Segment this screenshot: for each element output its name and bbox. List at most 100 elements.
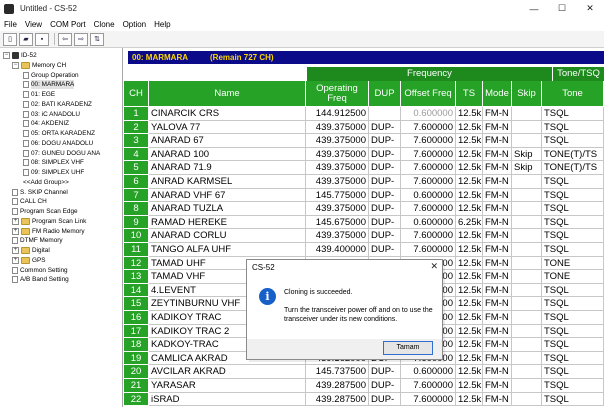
cell-freq[interactable]: 439.400000 — [306, 243, 369, 257]
tree-item[interactable]: 01: EGE — [23, 90, 55, 99]
cell-ch[interactable]: 9 — [124, 215, 149, 230]
cell-tone[interactable]: TSQL — [542, 324, 604, 339]
cell-ts[interactable]: 12.5k — [456, 392, 483, 407]
tree-item[interactable]: + Digital — [12, 246, 50, 255]
cell-mode[interactable]: FM-N — [483, 392, 512, 407]
cell-skip[interactable] — [512, 379, 542, 393]
cell-dup[interactable]: DUP- — [369, 392, 401, 407]
cell-tone[interactable]: TSQL — [542, 365, 604, 379]
cell-mode[interactable]: FM-N — [483, 107, 512, 121]
table-row[interactable]: 20 AVCILAR AKRAD 145.737500 DUP- 0.600000 12.… — [124, 365, 604, 379]
cell-ch[interactable]: 15 — [124, 297, 149, 311]
cell-ch[interactable]: 12 — [124, 256, 149, 271]
table-row[interactable]: 22 iSRAD 439.287500 DUP- 7.600000 12.5k FM-N TS… — [124, 392, 604, 407]
cell-mode[interactable]: FM-N — [483, 351, 512, 366]
cell-tone[interactable]: TONE — [542, 256, 604, 271]
cell-skip[interactable] — [512, 134, 542, 148]
tree-item[interactable]: CALL CH — [12, 197, 47, 206]
cell-dup[interactable]: DUP- — [369, 147, 401, 162]
cell-name[interactable]: ANARAD VHF 67 — [149, 188, 306, 203]
cell-skip[interactable] — [512, 256, 542, 271]
column-header-ts[interactable]: TS — [456, 81, 483, 107]
cell-ch[interactable]: 19 — [124, 351, 149, 366]
cell-name[interactable]: ANARAD 71.9 — [149, 161, 306, 175]
tree-item[interactable]: 06: DOGU ANADOLU — [23, 139, 93, 148]
cell-freq[interactable]: 145.737500 — [306, 365, 369, 379]
table-row[interactable]: 9 RAMAD HEREKE 145.675000 DUP- 0.600000 6.25k… — [124, 215, 604, 230]
cell-skip[interactable] — [512, 365, 542, 379]
cell-mode[interactable]: FM-N — [483, 215, 512, 230]
expander-icon[interactable]: + — [12, 247, 19, 254]
cell-skip[interactable] — [512, 338, 542, 352]
cell-offset[interactable]: 7.600000 — [401, 175, 456, 189]
tree-item[interactable]: A/B Band Setting — [12, 275, 69, 284]
cell-dup[interactable]: DUP- — [369, 243, 401, 257]
cell-freq[interactable]: 439.375000 — [306, 202, 369, 216]
column-header-skip[interactable]: Skip — [512, 81, 542, 107]
cell-offset[interactable]: 0.600000 — [401, 188, 456, 203]
cell-freq[interactable]: 439.375000 — [306, 120, 369, 135]
write-to-radio-icon[interactable]: ⇨ — [74, 32, 88, 46]
cell-mode[interactable]: FM-N — [483, 202, 512, 216]
cell-dup[interactable]: DUP- — [369, 134, 401, 148]
expander-icon[interactable]: + — [12, 256, 19, 264]
cell-ch[interactable]: 18 — [124, 338, 149, 352]
open-folder-icon[interactable]: ▰ — [19, 32, 33, 46]
cell-tone[interactable]: TSQL — [542, 283, 604, 298]
tree-item[interactable]: − ID-52 — [3, 51, 37, 60]
cell-ts[interactable]: 12.5k — [456, 120, 483, 135]
cell-ch[interactable]: 10 — [124, 229, 149, 243]
cell-tone[interactable]: TSQL — [542, 379, 604, 393]
cell-freq[interactable]: 439.375000 — [306, 134, 369, 148]
cell-name[interactable]: AVCILAR AKRAD — [149, 365, 306, 379]
cell-skip[interactable]: Skip — [512, 147, 542, 162]
cell-skip[interactable] — [512, 311, 542, 325]
cell-tone[interactable]: TSQL — [542, 175, 604, 189]
cell-freq[interactable]: 439.375000 — [306, 147, 369, 162]
cell-tone[interactable]: TSQL — [542, 351, 604, 366]
tree-item[interactable]: Group Operation — [23, 71, 79, 80]
menu-view[interactable]: View — [21, 20, 46, 29]
tree-item[interactable]: 03: iC ANADOLU — [23, 110, 80, 119]
cell-offset[interactable]: 7.600000 — [401, 120, 456, 135]
cell-dup[interactable]: DUP- — [369, 379, 401, 393]
cell-ch[interactable]: 6 — [124, 175, 149, 189]
cell-mode[interactable]: FM-N — [483, 283, 512, 298]
cell-ch[interactable]: 16 — [124, 311, 149, 325]
cell-ts[interactable]: 12.5k — [456, 147, 483, 162]
cell-ts[interactable]: 12.5k — [456, 338, 483, 352]
cell-ts[interactable]: 12.5k — [456, 256, 483, 271]
tree-item[interactable]: 07: GUNEU DOGU ANA — [23, 149, 100, 158]
column-header-mode[interactable]: Mode — [483, 81, 512, 107]
cell-dup[interactable]: DUP- — [369, 188, 401, 203]
cell-skip[interactable] — [512, 324, 542, 339]
table-row[interactable]: 6 ANRAD KARMSEL 439.375000 DUP- 7.600000 12.5… — [124, 175, 604, 189]
table-row[interactable]: 11 TANGO ALFA UHF 439.400000 DUP- 7.600000 12… — [124, 243, 604, 257]
cell-dup[interactable]: DUP- — [369, 215, 401, 230]
cell-name[interactable]: TANGO ALFA UHF — [149, 243, 306, 257]
cell-tone[interactable]: TONE(T)/TS — [542, 161, 604, 175]
column-header-dup[interactable]: DUP — [369, 81, 401, 107]
save-icon[interactable]: ▪ — [35, 32, 49, 46]
cell-tone[interactable]: TSQL — [542, 311, 604, 325]
cell-ts[interactable]: 12.5k — [456, 297, 483, 311]
expander-icon[interactable]: + — [12, 217, 19, 225]
cell-ch[interactable]: 13 — [124, 270, 149, 284]
table-row[interactable]: 7 ANARAD VHF 67 145.775000 DUP- 0.600000 12.5… — [124, 188, 604, 203]
cell-freq[interactable]: 439.375000 — [306, 161, 369, 175]
cell-ts[interactable]: 12.5k — [456, 161, 483, 175]
cell-ch[interactable]: 2 — [124, 120, 149, 135]
cell-skip[interactable] — [512, 120, 542, 135]
cell-offset[interactable]: 7.600000 — [401, 202, 456, 216]
column-header-offset[interactable]: Offset Freq — [401, 81, 456, 107]
cell-offset[interactable]: 0.600000 — [401, 365, 456, 379]
cell-ts[interactable]: 12.5k — [456, 324, 483, 339]
tree-item[interactable]: <<Add Group>> — [23, 178, 69, 187]
cell-mode[interactable]: FM-N — [483, 365, 512, 379]
cell-ch[interactable]: 4 — [124, 147, 149, 162]
cell-mode[interactable]: FM-N — [483, 229, 512, 243]
expander-icon[interactable]: − — [3, 52, 10, 59]
column-header-freq[interactable]: Operating Freq — [306, 81, 369, 107]
table-row[interactable]: 3 ANARAD 67 439.375000 DUP- 7.600000 12.5k FM-… — [124, 134, 604, 148]
cell-skip[interactable] — [512, 202, 542, 216]
